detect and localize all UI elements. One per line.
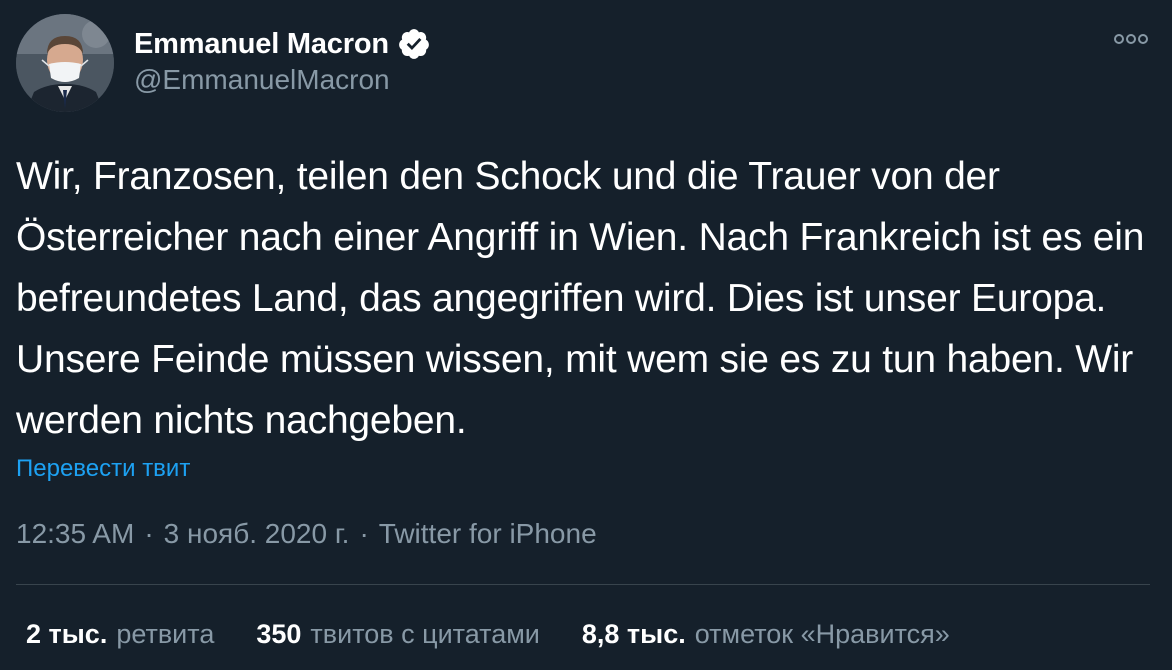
separator-dot: · xyxy=(144,518,154,549)
quote-tweets-label: твитов с цитатами xyxy=(310,619,540,649)
quote-tweets-count: 350 xyxy=(256,619,302,649)
divider xyxy=(16,584,1150,585)
tweet-metadata: 12:35 AM · 3 нояб. 2020 г. · Twitter for… xyxy=(16,518,597,550)
verified-badge-icon xyxy=(397,27,431,61)
tweet-date[interactable]: 3 нояб. 2020 г. xyxy=(164,518,350,550)
tweet-time[interactable]: 12:35 AM xyxy=(16,518,134,550)
tweet-card: Emmanuel Macron @EmmanuelMacron Wir, Fra… xyxy=(0,0,1172,670)
likes-stat[interactable]: 8,8 тыс. отметок «Нравится» xyxy=(582,619,950,650)
more-options-icon[interactable] xyxy=(1114,34,1148,44)
quote-tweets-stat[interactable]: 350 твитов с цитатами xyxy=(256,619,540,650)
tweet-text: Wir, Franzosen, teilen den Schock und di… xyxy=(16,155,1145,442)
retweets-stat[interactable]: 2 тыс. ретвита xyxy=(26,619,214,650)
likes-count: 8,8 тыс. xyxy=(581,619,686,649)
separator-dot: · xyxy=(359,518,369,549)
retweets-count: 2 тыс. xyxy=(26,619,108,649)
display-name[interactable]: Emmanuel Macron xyxy=(134,28,389,61)
retweets-label: ретвита xyxy=(116,619,215,649)
user-handle[interactable]: @EmmanuelMacron xyxy=(134,64,390,96)
tweet-stats: 2 тыс. ретвита 350 твитов с цитатами 8,8… xyxy=(26,619,950,650)
tweet-source[interactable]: Twitter for iPhone xyxy=(379,518,597,550)
translate-tweet-link[interactable]: Перевести твит xyxy=(16,455,190,483)
avatar-image xyxy=(16,14,114,112)
likes-label: отметок «Нравится» xyxy=(694,619,950,649)
avatar[interactable] xyxy=(16,14,114,112)
author-name-row: Emmanuel Macron xyxy=(134,26,431,62)
